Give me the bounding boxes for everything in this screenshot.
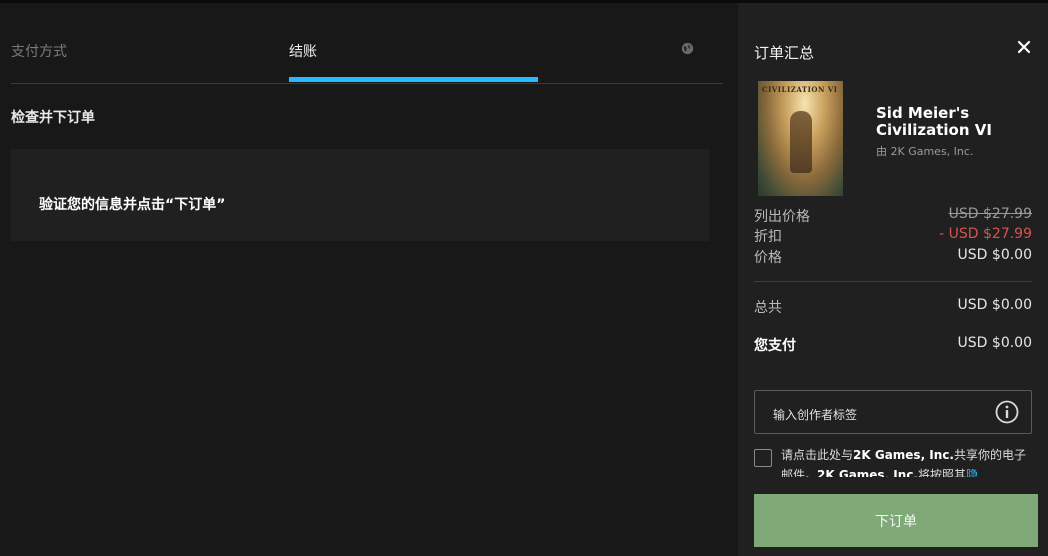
- discount-label: 折扣: [754, 229, 782, 245]
- info-icon[interactable]: [995, 400, 1019, 424]
- order-summary-pane: 订单汇总 CIVILIZATION VI Sid Meier's Civiliz…: [738, 3, 1048, 556]
- privacy-policy-link[interactable]: 隐: [966, 468, 978, 477]
- tab-payment-method[interactable]: 支付方式: [11, 41, 67, 61]
- game-publisher: 由 2K Games, Inc.: [876, 145, 974, 158]
- email-consent-checkbox[interactable]: [754, 449, 772, 467]
- active-tab-indicator: [289, 77, 538, 82]
- verify-notice-box: 验证您的信息并点击“下订单”: [11, 149, 709, 241]
- order-summary-title: 订单汇总: [754, 44, 815, 62]
- you-pay-label: 您支付: [754, 338, 796, 354]
- list-price-label: 列出价格: [754, 209, 810, 225]
- game-cover-image: CIVILIZATION VI: [758, 81, 843, 196]
- price-value: USD $0.00: [957, 247, 1032, 263]
- list-price-value: USD $27.99: [948, 206, 1032, 222]
- total-value: USD $0.00: [957, 297, 1032, 313]
- verify-notice-text: 验证您的信息并点击“下订单”: [39, 197, 226, 213]
- tab-checkout[interactable]: 结账: [289, 41, 317, 61]
- you-pay-value: USD $0.00: [957, 335, 1032, 351]
- cover-figure: [790, 111, 812, 173]
- cover-title-text: CIVILIZATION VI: [762, 85, 838, 94]
- discount-value: - USD $27.99: [939, 226, 1032, 242]
- summary-divider: [754, 281, 1032, 282]
- close-icon[interactable]: [1016, 39, 1032, 55]
- game-title: Sid Meier's Civilization VI: [876, 104, 992, 139]
- checkout-steps: 支付方式 结账: [11, 3, 723, 84]
- creator-tag-input[interactable]: 输入创作者标签: [754, 390, 1032, 434]
- globe-icon[interactable]: [681, 42, 694, 55]
- creator-tag-label: 输入创作者标签: [773, 408, 858, 422]
- price-label: 价格: [754, 250, 782, 266]
- checkout-pane: 支付方式 结账 检查并下订单 验证您的信息并点击“下订单”: [0, 3, 738, 556]
- email-consent: 请点击此处与2K Games, Inc.共享你的电子邮件。2K Games, I…: [754, 445, 1032, 477]
- review-heading: 检查并下订单: [11, 110, 95, 126]
- total-label: 总共: [754, 300, 782, 316]
- place-order-button[interactable]: 下订单: [754, 494, 1038, 547]
- email-consent-text: 请点击此处与2K Games, Inc.共享你的电子邮件。2K Games, I…: [781, 445, 1031, 477]
